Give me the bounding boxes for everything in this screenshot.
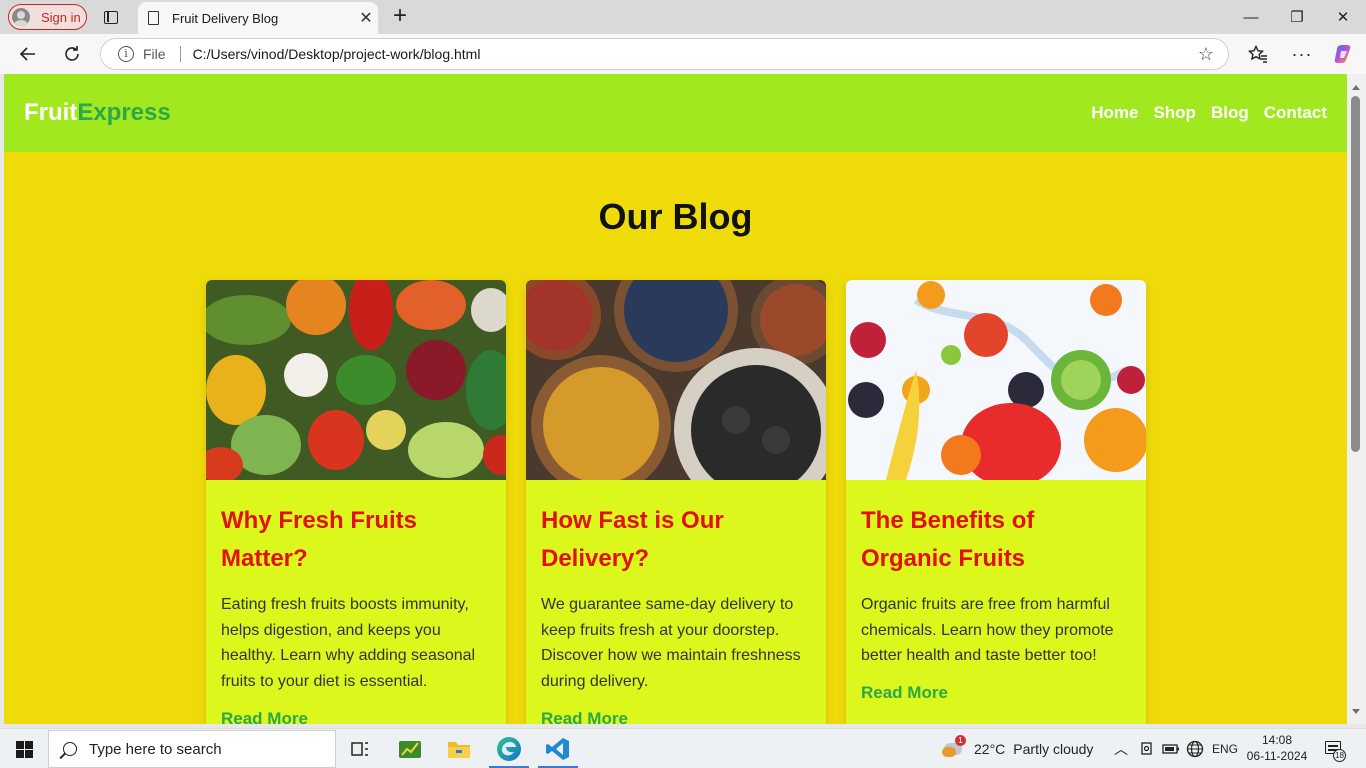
page-viewport: FruitExpress Home Shop Blog Contact Our … [4, 74, 1347, 724]
task-view-button[interactable] [337, 729, 383, 768]
nav-home[interactable]: Home [1091, 103, 1138, 123]
weather-icon: 1 [942, 735, 968, 761]
device-icon [1141, 742, 1152, 755]
taskbar-search-placeholder: Type here to search [89, 740, 222, 758]
more-options-button[interactable]: ··· [1288, 40, 1316, 68]
blog-card-title: Why Fresh Fruits Matter? [221, 507, 418, 572]
close-tab-icon[interactable]: ✕ [354, 8, 378, 28]
read-more-link[interactable]: Read More [221, 709, 491, 724]
page-icon [148, 11, 159, 25]
search-icon [63, 742, 77, 756]
blog-card-image-vegetables [206, 280, 506, 480]
blog-card-title: The Benefits of Organic Fruits [861, 507, 1035, 572]
network-button[interactable] [1186, 729, 1204, 768]
site-info-icon[interactable]: i [118, 46, 134, 62]
blog-card-title: How Fast is Our Delivery? [541, 507, 724, 572]
start-button[interactable] [16, 741, 33, 758]
more-options-icon: ··· [1291, 43, 1313, 64]
scroll-up-icon[interactable] [1352, 85, 1360, 90]
minimize-button[interactable]: — [1228, 0, 1274, 34]
profile-icon [12, 8, 30, 26]
tab-title: Fruit Delivery Blog [172, 10, 279, 26]
blog-card-text: Organic fruits are free from harmful che… [861, 596, 1114, 665]
taskbar-app-vscode[interactable] [535, 729, 581, 768]
favorites-button[interactable] [1244, 40, 1272, 68]
notification-icon: 18 [1324, 738, 1346, 762]
address-url[interactable]: C:/Users/vinod/Desktop/project-work/blog… [193, 46, 1190, 62]
nav-contact[interactable]: Contact [1264, 103, 1327, 123]
vscode-icon [546, 738, 569, 760]
new-tab-button[interactable]: + [388, 4, 412, 28]
blog-card-delivery: How Fast is Our Delivery? We guarantee s… [526, 280, 826, 724]
sign-in-button[interactable]: Sign in [8, 4, 87, 30]
input-language-button[interactable]: ENG [1212, 729, 1238, 768]
battery-button[interactable] [1162, 729, 1180, 768]
sign-in-label: Sign in [41, 9, 81, 25]
tab-actions-button[interactable] [100, 7, 122, 27]
favorites-icon [1248, 45, 1267, 63]
blog-card-organic: The Benefits of Organic Fruits Organic f… [846, 280, 1146, 724]
scroll-down-icon[interactable] [1352, 709, 1360, 714]
nav-shop[interactable]: Shop [1153, 103, 1196, 123]
page-title: Our Blog [598, 196, 753, 237]
address-scheme: File [143, 46, 166, 62]
task-view-icon [351, 742, 368, 756]
refresh-icon [65, 46, 79, 61]
back-button[interactable] [14, 40, 42, 68]
restore-button[interactable]: ❐ [1274, 0, 1320, 34]
chart-app-icon [399, 741, 421, 758]
weather-widget[interactable]: 1 22°C Partly cloudy [942, 729, 1093, 768]
logo-part-express: Express [77, 99, 171, 126]
globe-icon [1186, 740, 1204, 758]
close-window-button[interactable]: ✕ [1320, 0, 1366, 34]
blog-card-fresh-fruits: Why Fresh Fruits Matter? Eating fresh fr… [206, 280, 506, 724]
taskbar-search[interactable]: Type here to search [48, 730, 336, 768]
windows-taskbar: Type here to search 1 22°C Partly cloudy… [0, 728, 1366, 768]
folder-icon [448, 742, 470, 758]
taskbar-app-file-explorer[interactable] [436, 729, 482, 768]
chevron-up-icon: ︿ [1114, 741, 1128, 757]
browser-toolbar: i File C:/Users/vinod/Desktop/project-wo… [0, 34, 1366, 74]
refresh-button[interactable] [58, 40, 86, 68]
read-more-link[interactable]: Read More [861, 683, 1131, 703]
show-hidden-icons-button[interactable]: ︿ [1114, 729, 1128, 768]
site-header: FruitExpress Home Shop Blog Contact [4, 74, 1347, 152]
weather-temperature: 22°C [974, 741, 1006, 757]
input-language: ENG [1212, 742, 1239, 756]
favorite-star-icon[interactable]: ☆ [1190, 44, 1222, 65]
scrollbar-thumb[interactable] [1351, 96, 1360, 452]
edge-icon [497, 737, 521, 761]
back-arrow-icon [19, 47, 35, 61]
main-nav: Home Shop Blog Contact [1091, 103, 1327, 123]
meet-now-button[interactable] [1140, 729, 1154, 768]
battery-icon [1162, 744, 1179, 754]
blog-card-text: Eating fresh fruits boosts immunity, hel… [221, 596, 476, 691]
address-bar[interactable]: i File C:/Users/vinod/Desktop/project-wo… [100, 38, 1229, 70]
taskbar-app-edge[interactable] [486, 729, 532, 768]
weather-description: Partly cloudy [1013, 741, 1094, 757]
copilot-icon [1334, 45, 1351, 63]
blog-card-image-fruit-splash [846, 280, 1146, 480]
blog-card-text: We guarantee same-day delivery to keep f… [541, 596, 801, 691]
notification-count: 18 [1333, 749, 1346, 762]
copilot-button[interactable] [1330, 40, 1358, 68]
taskbar-clock[interactable]: 14:08 06-11-2024 [1245, 732, 1309, 764]
notification-center-button[interactable]: 18 [1324, 729, 1346, 768]
taskbar-app-chart[interactable] [387, 729, 433, 768]
blog-card-image-dried-fruits [526, 280, 826, 480]
logo-part-fruit: Fruit [24, 99, 78, 126]
clock-date: 06-11-2024 [1246, 749, 1308, 763]
nav-blog[interactable]: Blog [1211, 103, 1249, 123]
tab-actions-icon [104, 10, 118, 24]
clock-time: 14:08 [1261, 733, 1293, 747]
site-logo[interactable]: FruitExpress [24, 99, 171, 127]
weather-badge: 1 [955, 735, 966, 746]
browser-tab-strip: Sign in Fruit Delivery Blog ✕ + — ❐ ✕ [0, 0, 1366, 34]
address-separator [179, 46, 181, 62]
page-scrollbar[interactable] [1347, 74, 1366, 724]
read-more-link[interactable]: Read More [541, 709, 811, 724]
browser-tab-active[interactable]: Fruit Delivery Blog ✕ [138, 2, 378, 34]
